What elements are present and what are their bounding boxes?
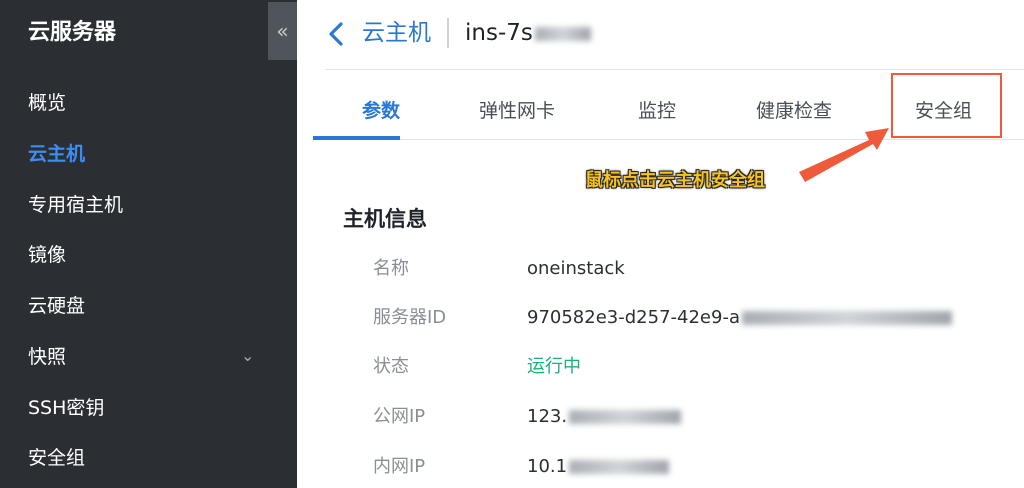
page-header: 云主机 ins-7s [325, 0, 1024, 70]
sidebar-item-label: 快照 [28, 345, 67, 368]
sidebar-item-label: 云主机 [28, 142, 86, 165]
sidebar-item-images[interactable]: 镜像 [0, 233, 268, 273]
sidebar-item-label: 概览 [28, 91, 67, 114]
sidebar-item-security-groups[interactable]: 安全组 [0, 436, 268, 476]
sidebar-item-instances[interactable]: 云主机 [0, 132, 268, 172]
info-value-server-id: 970582e3-d257-42e9-a [527, 305, 952, 331]
active-tab-indicator [313, 136, 400, 140]
info-value-text: 123. [527, 406, 568, 427]
chevron-down-icon[interactable]: ⌄ [241, 346, 254, 365]
annotation-highlight-box [891, 73, 1002, 138]
info-label-status: 状态 [373, 356, 409, 377]
sidebar-item-disks[interactable]: 云硬盘 [0, 284, 268, 324]
tab-monitoring[interactable]: 监控 [638, 78, 676, 140]
double-chevron-left-icon: « [276, 19, 289, 43]
info-value-text: 10.1 [527, 456, 568, 477]
sidebar-item-label: 专用宿主机 [28, 193, 124, 216]
annotation-label: 鼠标点击云主机安全组 [585, 170, 765, 191]
sidebar-item-overview[interactable]: 概览 [0, 81, 268, 121]
redacted-text [741, 311, 952, 325]
info-label-server-id: 服务器ID [373, 307, 447, 328]
info-label-private-ip: 内网IP [373, 456, 426, 477]
status-badge: 运行中 [527, 356, 581, 377]
sidebar-item-dedicated-hosts[interactable]: 专用宿主机 [0, 183, 268, 223]
sidebar-item-snapshots[interactable]: 快照 ⌄ [0, 335, 268, 375]
main-content: 云主机 ins-7s 参数 弹性网卡 监控 健康检查 安全组 鼠标点击云主机安全… [297, 0, 1024, 488]
instance-name-title: ins-7s [465, 17, 591, 49]
breadcrumb-divider [447, 18, 449, 48]
sidebar-item-label: 安全组 [28, 446, 86, 469]
sidebar-item-label: SSH密钥 [28, 396, 105, 419]
redacted-text [569, 460, 670, 474]
info-label-name: 名称 [373, 258, 409, 279]
breadcrumb-instances-link[interactable]: 云主机 [362, 17, 431, 49]
sidebar-item-label: 云硬盘 [28, 294, 86, 317]
info-label-public-ip: 公网IP [373, 406, 426, 427]
info-value-private-ip: 10.1 [527, 454, 670, 480]
sidebar-title: 云服务器 [28, 20, 117, 45]
tab-parameters[interactable]: 参数 [362, 78, 400, 140]
sidebar-item-ssh-keys[interactable]: SSH密钥 [0, 386, 268, 426]
tab-elastic-nic[interactable]: 弹性网卡 [479, 78, 555, 140]
redacted-text [569, 410, 682, 424]
annotation-arrow [799, 128, 889, 182]
sidebar-item-label: 镜像 [28, 243, 67, 266]
redacted-text [534, 26, 591, 41]
sidebar-collapse-button[interactable]: « [268, 2, 297, 60]
chevron-left-icon[interactable] [325, 20, 349, 48]
info-value-name: oneinstack [527, 258, 625, 279]
info-value-public-ip: 123. [527, 404, 682, 430]
info-value-text: 970582e3-d257-42e9-a [527, 307, 740, 328]
instance-name-text: ins-7s [465, 20, 533, 46]
section-title-host-info: 主机信息 [343, 207, 427, 231]
sidebar: 云服务器 « 概览 云主机 专用宿主机 镜像 云硬盘 快照 ⌄ SSH密钥 安全… [0, 0, 297, 488]
